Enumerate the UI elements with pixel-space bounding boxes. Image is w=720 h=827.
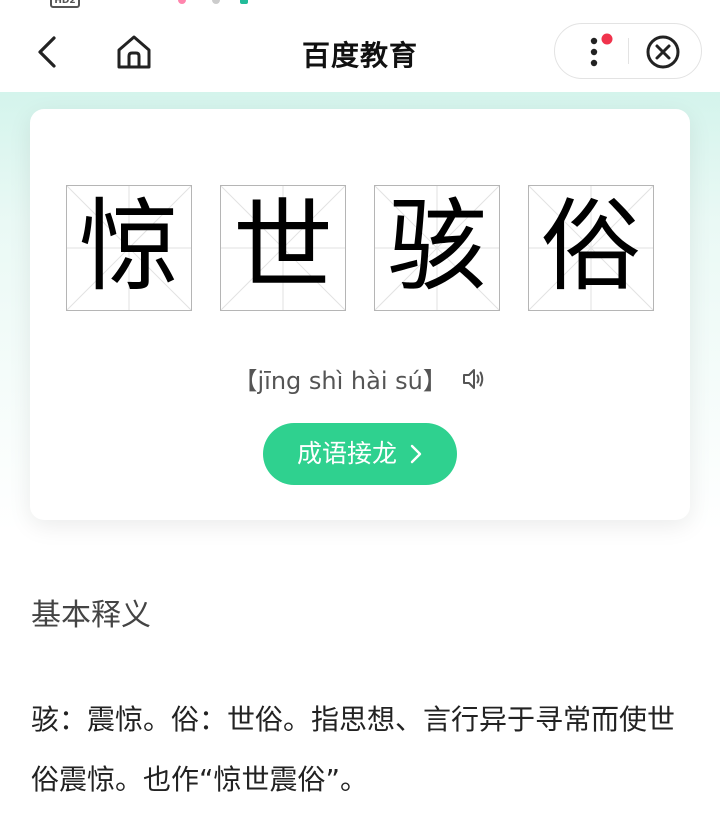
character-box[interactable]: 俗 [528,185,654,311]
home-button[interactable] [112,32,156,72]
chevron-left-icon [38,36,56,68]
status-indicator-icon [212,0,220,4]
pinyin-row: 【jīng shì hài sú】 [30,361,690,398]
home-icon [117,35,151,69]
more-menu-button[interactable] [577,32,617,72]
page-title: 百度教育 [301,39,418,72]
character-box[interactable]: 惊 [66,185,192,311]
character-text: 惊 [79,188,179,305]
definition-text: 骇：震惊。俗：世俗。指思想、言行异于寻常而使世俗震惊。也作“惊世震俗”。 [31,703,676,796]
character-text: 世 [233,188,333,305]
character-box[interactable]: 骇 [374,185,500,311]
notification-dot-icon [601,33,613,45]
more-vertical-icon [590,33,613,67]
character-text: 俗 [541,188,641,305]
character-text: 骇 [387,188,487,305]
idiom-card: 惊 世 骇 俗 【jīng shì hài sú】 成语接龙 [30,109,690,520]
status-bar: HD2 [0,0,720,12]
status-indicator-icon [240,0,248,4]
pinyin-text: 【jīng shì hài sú】 [233,367,447,395]
mini-program-capsule [554,23,702,79]
capsule-divider [628,38,629,64]
top-navigation-bar: 百度教育 [0,12,720,92]
chevron-right-icon [409,426,423,488]
status-indicator-icon [178,0,186,4]
idiom-chain-button[interactable]: 成语接龙 [263,423,457,485]
character-box[interactable]: 世 [220,185,346,311]
close-circle-icon [646,35,680,69]
hd-badge: HD2 [50,0,80,8]
idiom-chain-label: 成语接龙 [296,439,397,468]
speaker-icon[interactable] [461,366,487,398]
section-heading: 基本释义 [31,598,151,633]
close-button[interactable] [643,32,683,72]
idiom-characters: 惊 世 骇 俗 [66,185,656,313]
back-button[interactable] [30,32,70,72]
